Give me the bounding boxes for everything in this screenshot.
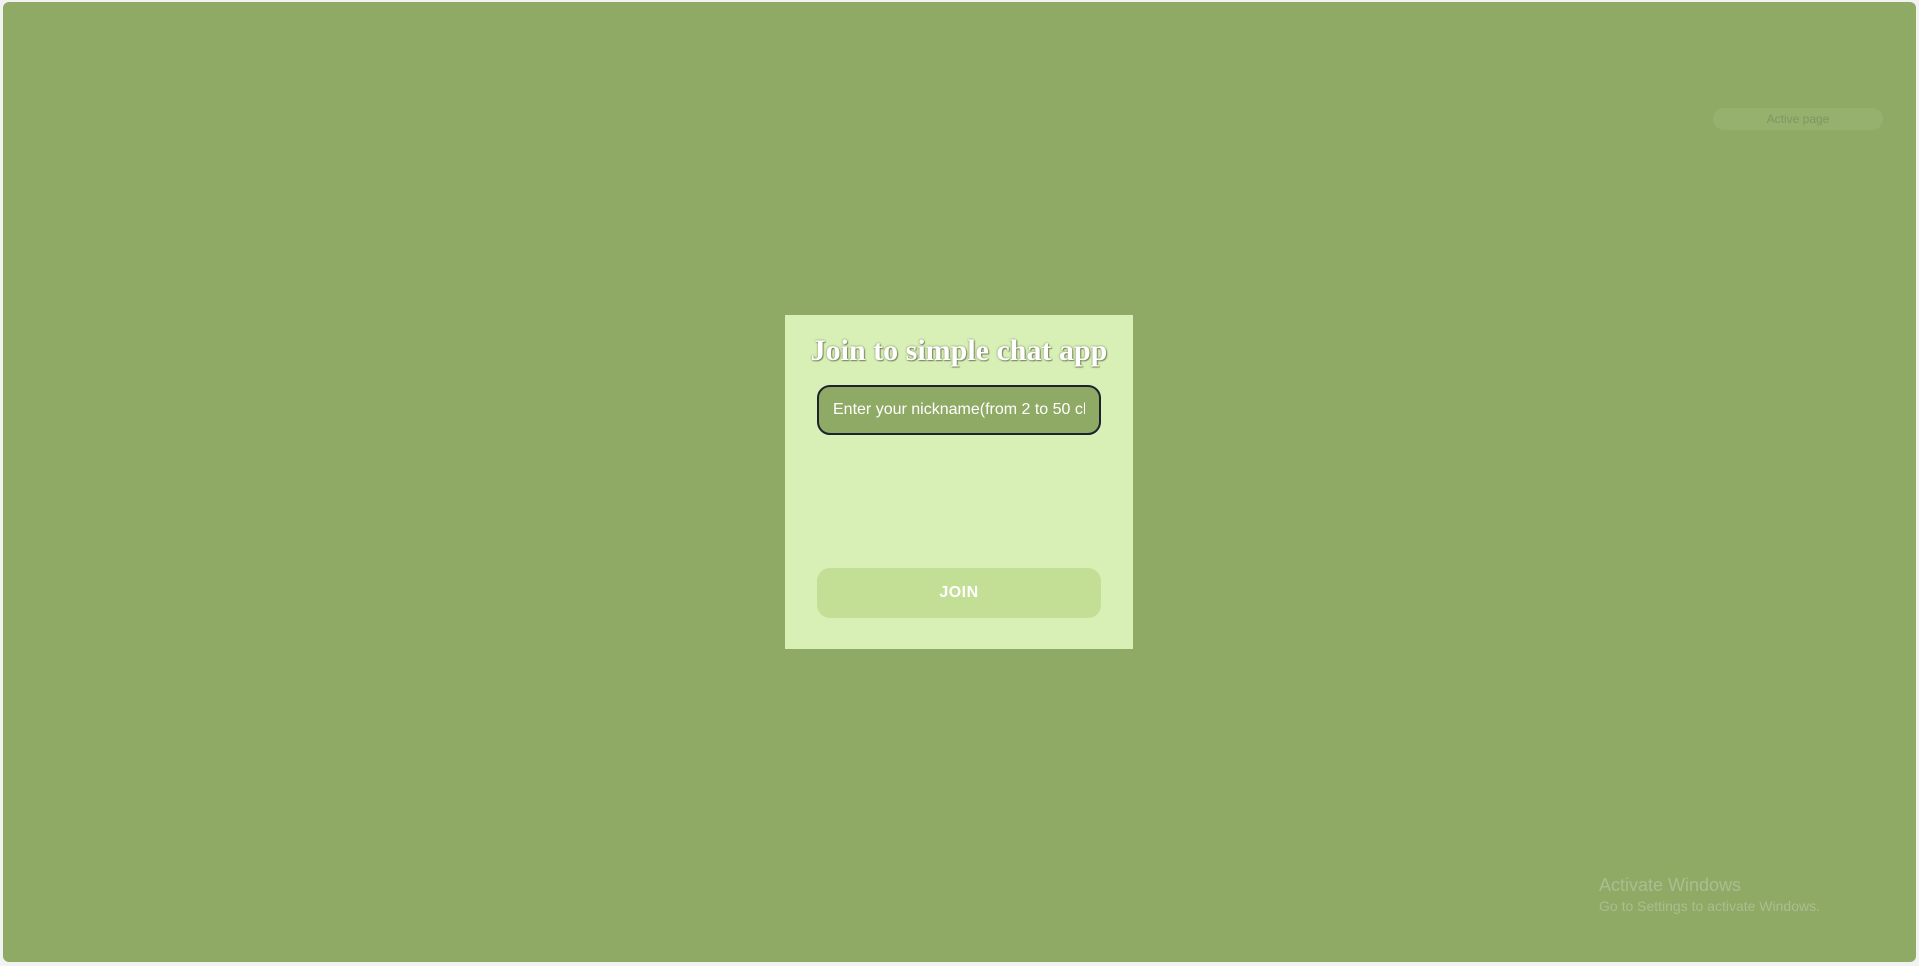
activate-windows-watermark: Activate Windows Go to Settings to activ…: [1599, 874, 1820, 916]
app-background: Active page Join to simple chat app JOIN…: [3, 2, 1916, 962]
activate-windows-subtitle: Go to Settings to activate Windows.: [1599, 898, 1820, 914]
activate-windows-title: Activate Windows: [1599, 875, 1742, 895]
join-button[interactable]: JOIN: [817, 568, 1101, 618]
join-card: Join to simple chat app JOIN: [785, 315, 1133, 649]
join-title: Join to simple chat app: [810, 334, 1108, 367]
ghost-badge: Active page: [1713, 108, 1883, 130]
nickname-input[interactable]: [817, 385, 1101, 435]
